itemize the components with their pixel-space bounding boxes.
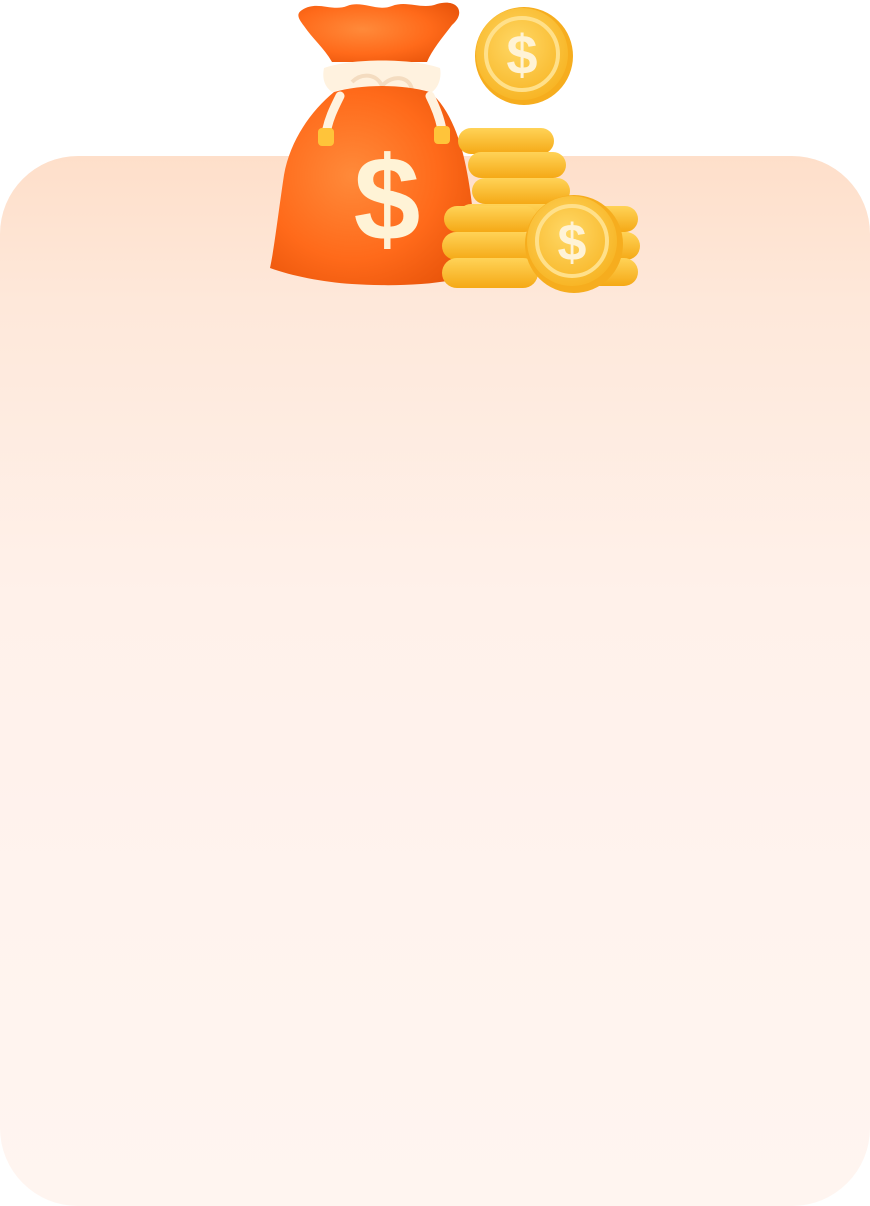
floating-coin-icon: $ xyxy=(475,7,573,105)
svg-text:$: $ xyxy=(506,23,537,86)
front-coin-icon: $ xyxy=(525,195,623,293)
gradient-card-panel xyxy=(0,156,870,1206)
svg-text:$: $ xyxy=(354,132,421,266)
money-illustration: $ $ $ xyxy=(262,0,652,300)
page: $ $ $ xyxy=(0,0,870,1206)
svg-text:$: $ xyxy=(558,214,587,272)
